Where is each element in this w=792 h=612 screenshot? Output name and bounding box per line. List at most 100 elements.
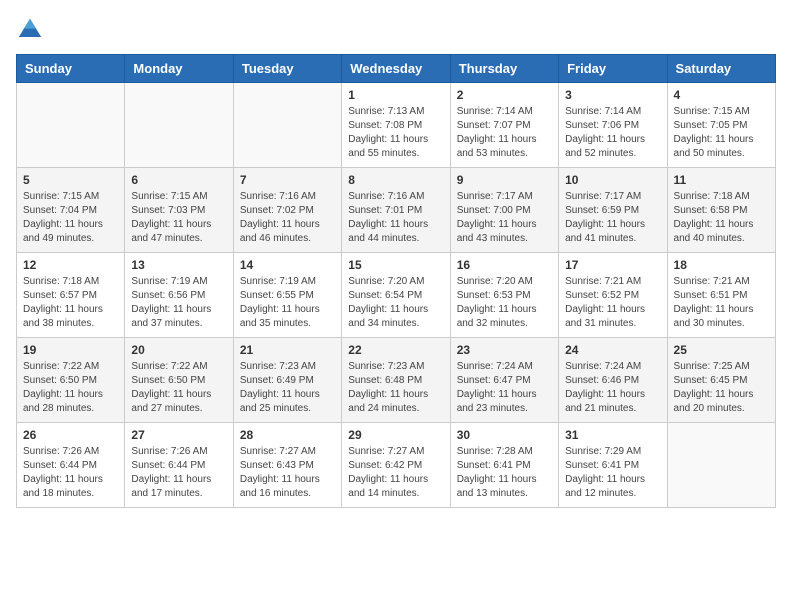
- calendar-cell: [17, 83, 125, 168]
- day-number: 22: [348, 343, 443, 357]
- calendar-cell: 18 Sunrise: 7:21 AMSunset: 6:51 PMDayligh…: [667, 253, 775, 338]
- calendar-cell: 14 Sunrise: 7:19 AMSunset: 6:55 PMDayligh…: [233, 253, 341, 338]
- day-number: 17: [565, 258, 660, 272]
- day-info: Sunrise: 7:27 AMSunset: 6:43 PMDaylight:…: [240, 445, 335, 501]
- day-number: 29: [348, 428, 443, 442]
- calendar-cell: 24 Sunrise: 7:24 AMSunset: 6:46 PMDayligh…: [559, 338, 667, 423]
- day-info: Sunrise: 7:15 AMSunset: 7:05 PMDaylight:…: [674, 105, 769, 161]
- calendar-cell: 27 Sunrise: 7:26 AMSunset: 6:44 PMDayligh…: [125, 423, 233, 508]
- calendar-cell: 16 Sunrise: 7:20 AMSunset: 6:53 PMDayligh…: [450, 253, 558, 338]
- calendar-cell: 26 Sunrise: 7:26 AMSunset: 6:44 PMDayligh…: [17, 423, 125, 508]
- day-info: Sunrise: 7:14 AMSunset: 7:07 PMDaylight:…: [457, 105, 552, 161]
- day-number: 2: [457, 88, 552, 102]
- day-number: 27: [131, 428, 226, 442]
- day-of-week-header: Saturday: [667, 55, 775, 83]
- calendar-cell: 6 Sunrise: 7:15 AMSunset: 7:03 PMDaylight…: [125, 168, 233, 253]
- day-number: 24: [565, 343, 660, 357]
- day-number: 8: [348, 173, 443, 187]
- day-info: Sunrise: 7:25 AMSunset: 6:45 PMDaylight:…: [674, 360, 769, 416]
- day-number: 25: [674, 343, 769, 357]
- logo-icon: [16, 16, 44, 44]
- day-of-week-header: Friday: [559, 55, 667, 83]
- calendar-cell: 17 Sunrise: 7:21 AMSunset: 6:52 PMDayligh…: [559, 253, 667, 338]
- calendar-cell: 23 Sunrise: 7:24 AMSunset: 6:47 PMDayligh…: [450, 338, 558, 423]
- day-info: Sunrise: 7:22 AMSunset: 6:50 PMDaylight:…: [131, 360, 226, 416]
- day-info: Sunrise: 7:26 AMSunset: 6:44 PMDaylight:…: [131, 445, 226, 501]
- logo: [16, 16, 48, 46]
- calendar-cell: 11 Sunrise: 7:18 AMSunset: 6:58 PMDayligh…: [667, 168, 775, 253]
- calendar-cell: 4 Sunrise: 7:15 AMSunset: 7:05 PMDaylight…: [667, 83, 775, 168]
- day-of-week-header: Tuesday: [233, 55, 341, 83]
- day-info: Sunrise: 7:18 AMSunset: 6:58 PMDaylight:…: [674, 190, 769, 246]
- day-number: 4: [674, 88, 769, 102]
- day-info: Sunrise: 7:19 AMSunset: 6:55 PMDaylight:…: [240, 275, 335, 331]
- day-info: Sunrise: 7:16 AMSunset: 7:02 PMDaylight:…: [240, 190, 335, 246]
- day-number: 14: [240, 258, 335, 272]
- page-header: [16, 16, 776, 46]
- day-info: Sunrise: 7:29 AMSunset: 6:41 PMDaylight:…: [565, 445, 660, 501]
- day-number: 23: [457, 343, 552, 357]
- calendar-cell: 3 Sunrise: 7:14 AMSunset: 7:06 PMDaylight…: [559, 83, 667, 168]
- day-number: 19: [23, 343, 118, 357]
- day-info: Sunrise: 7:28 AMSunset: 6:41 PMDaylight:…: [457, 445, 552, 501]
- day-number: 30: [457, 428, 552, 442]
- calendar-cell: 21 Sunrise: 7:23 AMSunset: 6:49 PMDayligh…: [233, 338, 341, 423]
- calendar-cell: 5 Sunrise: 7:15 AMSunset: 7:04 PMDaylight…: [17, 168, 125, 253]
- day-number: 7: [240, 173, 335, 187]
- day-number: 21: [240, 343, 335, 357]
- calendar-cell: [667, 423, 775, 508]
- calendar-cell: 29 Sunrise: 7:27 AMSunset: 6:42 PMDayligh…: [342, 423, 450, 508]
- day-info: Sunrise: 7:13 AMSunset: 7:08 PMDaylight:…: [348, 105, 443, 161]
- day-info: Sunrise: 7:24 AMSunset: 6:46 PMDaylight:…: [565, 360, 660, 416]
- calendar-cell: 31 Sunrise: 7:29 AMSunset: 6:41 PMDayligh…: [559, 423, 667, 508]
- calendar-cell: 25 Sunrise: 7:25 AMSunset: 6:45 PMDayligh…: [667, 338, 775, 423]
- calendar-cell: 9Sunrise: 7:17 AMSunset: 7:00 PMDaylight…: [450, 168, 558, 253]
- calendar-cell: 22 Sunrise: 7:23 AMSunset: 6:48 PMDayligh…: [342, 338, 450, 423]
- day-number: 12: [23, 258, 118, 272]
- day-info: Sunrise: 7:18 AMSunset: 6:57 PMDaylight:…: [23, 275, 118, 331]
- calendar-cell: [233, 83, 341, 168]
- calendar-cell: [125, 83, 233, 168]
- day-number: 5: [23, 173, 118, 187]
- day-number: 16: [457, 258, 552, 272]
- day-number: 6: [131, 173, 226, 187]
- day-number: 11: [674, 173, 769, 187]
- day-number: 13: [131, 258, 226, 272]
- calendar-cell: 7 Sunrise: 7:16 AMSunset: 7:02 PMDaylight…: [233, 168, 341, 253]
- day-number: 3: [565, 88, 660, 102]
- day-info: Sunrise: 7:21 AMSunset: 6:51 PMDaylight:…: [674, 275, 769, 331]
- day-info: Sunrise: 7:21 AMSunset: 6:52 PMDaylight:…: [565, 275, 660, 331]
- calendar-cell: 19 Sunrise: 7:22 AMSunset: 6:50 PMDayligh…: [17, 338, 125, 423]
- calendar-cell: 30 Sunrise: 7:28 AMSunset: 6:41 PMDayligh…: [450, 423, 558, 508]
- day-info: Sunrise: 7:22 AMSunset: 6:50 PMDaylight:…: [23, 360, 118, 416]
- calendar-cell: 10Sunrise: 7:17 AMSunset: 6:59 PMDayligh…: [559, 168, 667, 253]
- day-number: 28: [240, 428, 335, 442]
- day-info: Sunrise: 7:20 AMSunset: 6:53 PMDaylight:…: [457, 275, 552, 331]
- day-info: Sunrise: 7:24 AMSunset: 6:47 PMDaylight:…: [457, 360, 552, 416]
- day-of-week-header: Wednesday: [342, 55, 450, 83]
- day-number: 18: [674, 258, 769, 272]
- day-info: Sunrise: 7:23 AMSunset: 6:49 PMDaylight:…: [240, 360, 335, 416]
- calendar-cell: 15Sunrise: 7:20 AMSunset: 6:54 PMDayligh…: [342, 253, 450, 338]
- calendar-cell: 2 Sunrise: 7:14 AMSunset: 7:07 PMDaylight…: [450, 83, 558, 168]
- day-number: 20: [131, 343, 226, 357]
- calendar-cell: 28 Sunrise: 7:27 AMSunset: 6:43 PMDayligh…: [233, 423, 341, 508]
- day-info: Sunrise: 7:15 AMSunset: 7:04 PMDaylight:…: [23, 190, 118, 246]
- day-of-week-header: Monday: [125, 55, 233, 83]
- day-number: 26: [23, 428, 118, 442]
- day-info: Sunrise: 7:17 AMSunset: 6:59 PMDaylight:…: [565, 190, 660, 246]
- day-number: 15: [348, 258, 443, 272]
- day-of-week-header: Thursday: [450, 55, 558, 83]
- calendar-table: SundayMondayTuesdayWednesdayThursdayFrid…: [16, 54, 776, 508]
- calendar-cell: 8Sunrise: 7:16 AMSunset: 7:01 PMDaylight…: [342, 168, 450, 253]
- day-info: Sunrise: 7:26 AMSunset: 6:44 PMDaylight:…: [23, 445, 118, 501]
- day-number: 1: [348, 88, 443, 102]
- calendar-cell: 13 Sunrise: 7:19 AMSunset: 6:56 PMDayligh…: [125, 253, 233, 338]
- day-info: Sunrise: 7:27 AMSunset: 6:42 PMDaylight:…: [348, 445, 443, 501]
- day-info: Sunrise: 7:19 AMSunset: 6:56 PMDaylight:…: [131, 275, 226, 331]
- day-number: 31: [565, 428, 660, 442]
- day-info: Sunrise: 7:23 AMSunset: 6:48 PMDaylight:…: [348, 360, 443, 416]
- day-info: Sunrise: 7:15 AMSunset: 7:03 PMDaylight:…: [131, 190, 226, 246]
- day-number: 9: [457, 173, 552, 187]
- day-info: Sunrise: 7:14 AMSunset: 7:06 PMDaylight:…: [565, 105, 660, 161]
